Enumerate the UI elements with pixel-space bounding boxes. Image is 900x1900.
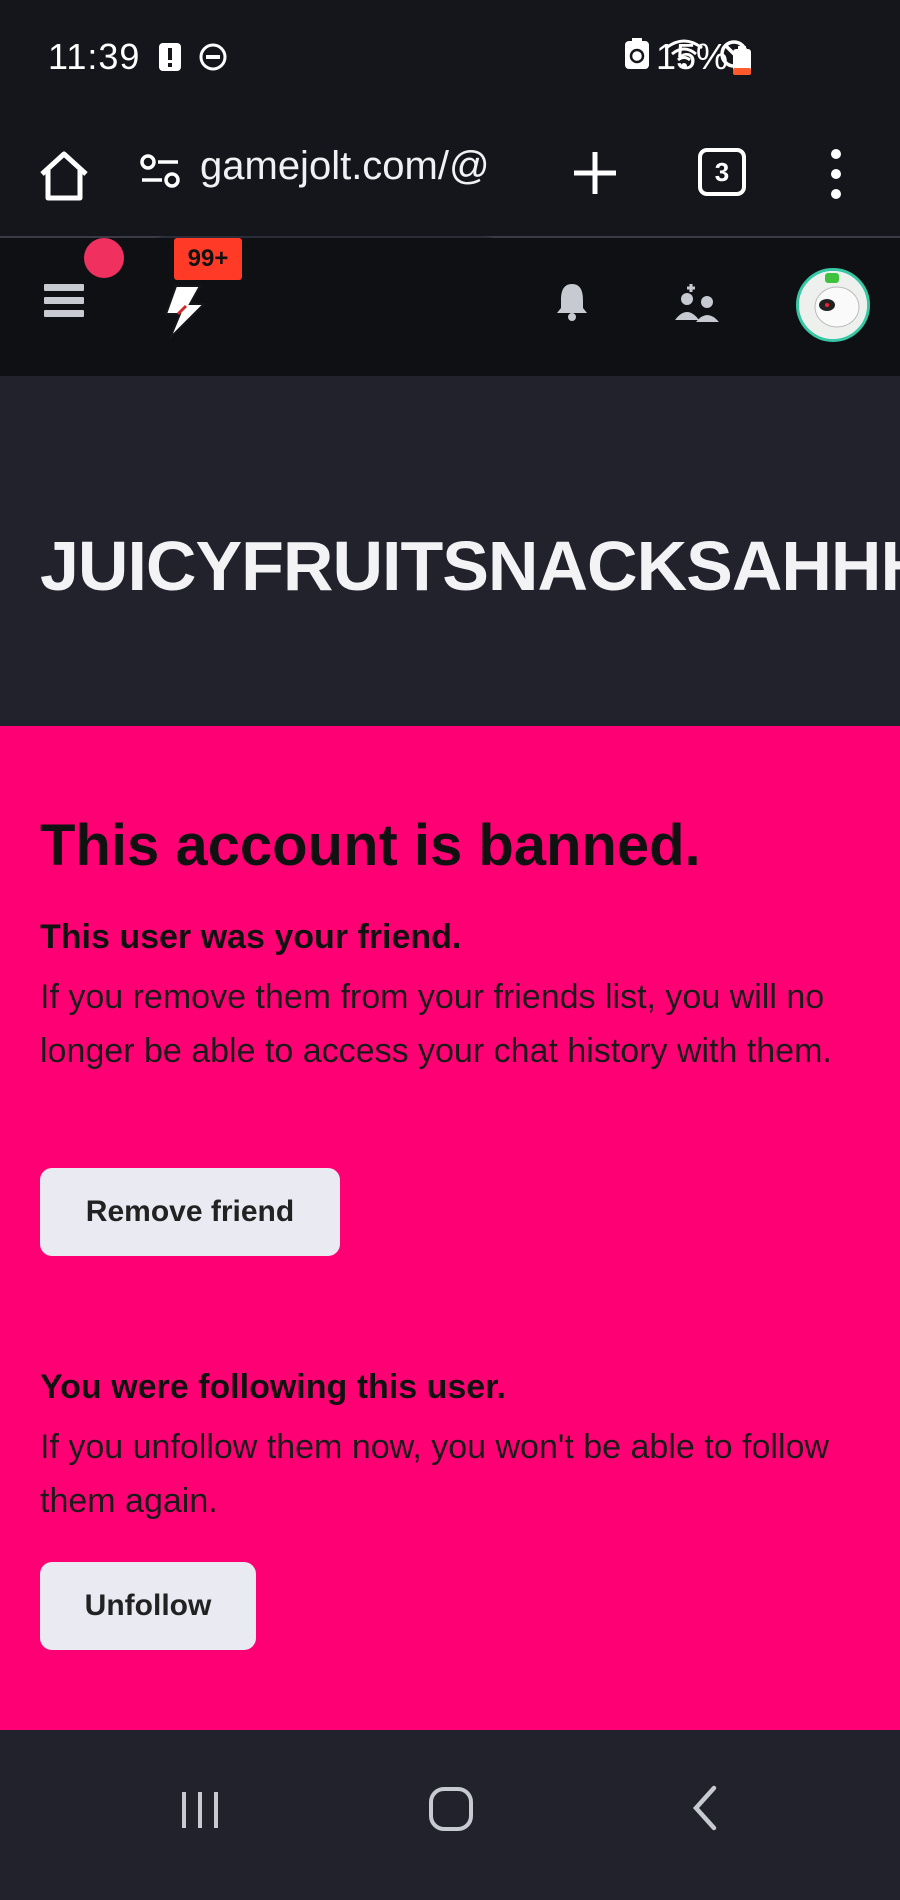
profile-header: JUICYFRUITSNACKSAHHH — [0, 376, 900, 726]
status-left-icons — [158, 42, 228, 72]
site-settings-icon[interactable] — [140, 154, 180, 190]
url-text[interactable]: gamejolt.com/@ — [200, 144, 530, 189]
back-icon[interactable] — [690, 1784, 720, 1832]
home-nav-icon[interactable] — [428, 1786, 474, 1832]
notification-dot — [84, 238, 124, 278]
menu-icon[interactable] — [44, 284, 84, 324]
unfollow-button[interactable]: Unfollow — [40, 1562, 256, 1650]
gamejolt-logo-icon[interactable] — [160, 284, 208, 340]
avatar-image — [799, 271, 867, 339]
remove-friend-button[interactable]: Remove friend — [40, 1168, 340, 1256]
battery-icon — [733, 46, 751, 75]
friend-section-heading: This user was your friend. — [40, 918, 462, 956]
battery-percent: 15% — [656, 36, 729, 77]
follow-section-body: If you unfollow them now, you won't be a… — [40, 1428, 829, 1520]
home-icon[interactable] — [34, 146, 94, 206]
new-tab-icon[interactable] — [570, 148, 620, 198]
system-navigation-bar — [0, 1730, 900, 1900]
friend-section-body: If you remove them from your friends lis… — [40, 978, 832, 1070]
more-menu-icon[interactable] — [826, 144, 846, 204]
recycle-icon — [625, 38, 649, 69]
tab-switcher-button[interactable]: 3 — [698, 148, 746, 196]
ban-notice-panel: This account is banned. This user was yo… — [0, 726, 900, 1730]
site-nav: 99+ — [0, 238, 900, 376]
friend-requests-icon[interactable] — [674, 282, 720, 324]
ban-title: This account is banned. — [40, 813, 701, 878]
browser-toolbar: gamejolt.com/@ 3 — [0, 118, 900, 336]
recents-icon[interactable] — [178, 1788, 222, 1832]
user-avatar[interactable] — [796, 268, 870, 342]
profile-username: JUICYFRUITSNACKSAHHH — [40, 527, 900, 605]
dnd-icon — [199, 43, 227, 71]
follow-section-heading: You were following this user. — [40, 1368, 506, 1406]
bell-icon[interactable] — [554, 280, 590, 322]
alert-icon — [159, 43, 181, 71]
status-time: 11:39 — [48, 36, 141, 77]
notification-count-badge: 99+ — [174, 238, 242, 280]
status-bar: 11:39 15% — [0, 0, 900, 118]
